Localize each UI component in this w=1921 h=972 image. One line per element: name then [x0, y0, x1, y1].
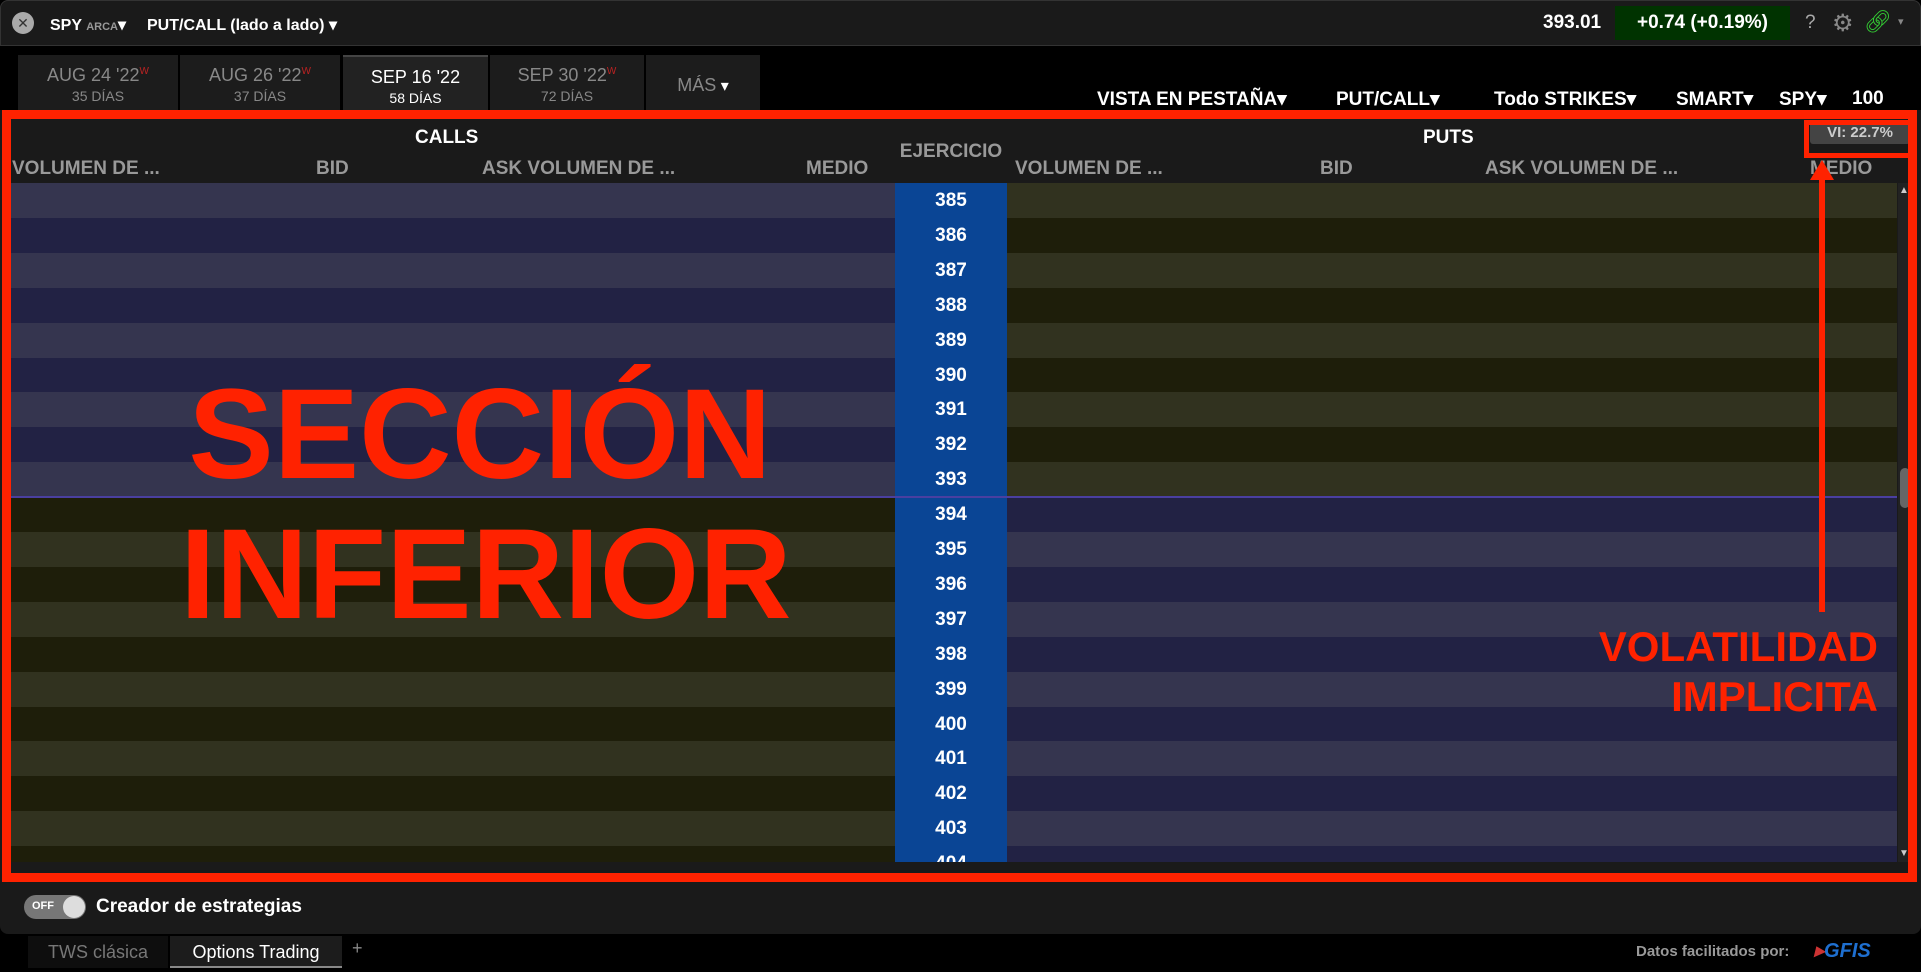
tab-view-dropdown[interactable]: VISTA EN PESTAÑA▾: [1097, 88, 1287, 111]
symbol-selector[interactable]: SPY ARCA▾: [50, 15, 126, 35]
arrow-head-icon: [1810, 160, 1834, 180]
symbol: SPY: [50, 17, 82, 34]
link-icon[interactable]: 🔗︎: [1864, 9, 1892, 35]
data-provider-label: Datos facilitados por:: [1636, 943, 1790, 960]
expiry-tab[interactable]: AUG 24 '22W 35 DÍAS: [18, 55, 178, 111]
tab-options-trading[interactable]: Options Trading: [170, 936, 342, 968]
iv-annotation: VOLATILIDAD IMPLICITA: [1598, 623, 1878, 720]
strikes-dropdown[interactable]: Todo STRIKES▾: [1494, 88, 1636, 111]
exchange: ARCA: [86, 21, 118, 33]
chevron-down-icon[interactable]: ▾: [1898, 15, 1904, 28]
add-tab-icon[interactable]: +: [352, 938, 363, 959]
chevron-down-icon: ▾: [720, 78, 729, 95]
putcall-dropdown[interactable]: PUT/CALL▾: [1336, 88, 1439, 111]
section-annotation: SECCIÓN INFERIOR: [180, 363, 792, 646]
expiry-tab[interactable]: SEP 30 '22W 72 DÍAS: [490, 55, 644, 111]
multiplier: 100: [1852, 88, 1884, 109]
close-icon[interactable]: ✕: [12, 12, 34, 34]
gear-icon[interactable]: ⚙: [1832, 9, 1854, 38]
view-label: PUT/CALL (lado a lado): [147, 17, 325, 34]
price-change: +0.74 (+0.19%): [1615, 6, 1790, 40]
chevron-down-icon: ▾: [117, 17, 126, 34]
more-tab[interactable]: MÁS ▾: [646, 55, 760, 111]
help-icon[interactable]: ?: [1805, 12, 1816, 34]
tab-tws-classic[interactable]: TWS clásica: [28, 936, 168, 968]
annotation-arrow: [1819, 170, 1825, 612]
view-selector[interactable]: PUT/CALL (lado a lado) ▾: [147, 15, 337, 35]
gfis-logo: ▸GFIS: [1814, 940, 1871, 962]
chevron-down-icon: ▾: [328, 17, 337, 34]
expiry-tab[interactable]: AUG 26 '22W 37 DÍAS: [180, 55, 340, 111]
strategy-builder-label: Creador de estrategias: [96, 896, 302, 917]
strategy-toggle[interactable]: OFF: [24, 895, 86, 919]
route-dropdown[interactable]: SMART▾: [1676, 88, 1753, 111]
expiry-tab-active[interactable]: SEP 16 '22 58 DÍAS: [343, 55, 488, 111]
last-price: 393.01: [1543, 12, 1602, 33]
annotation-box-iv: [1804, 120, 1914, 158]
underlying-dropdown[interactable]: SPY▾: [1779, 88, 1827, 111]
